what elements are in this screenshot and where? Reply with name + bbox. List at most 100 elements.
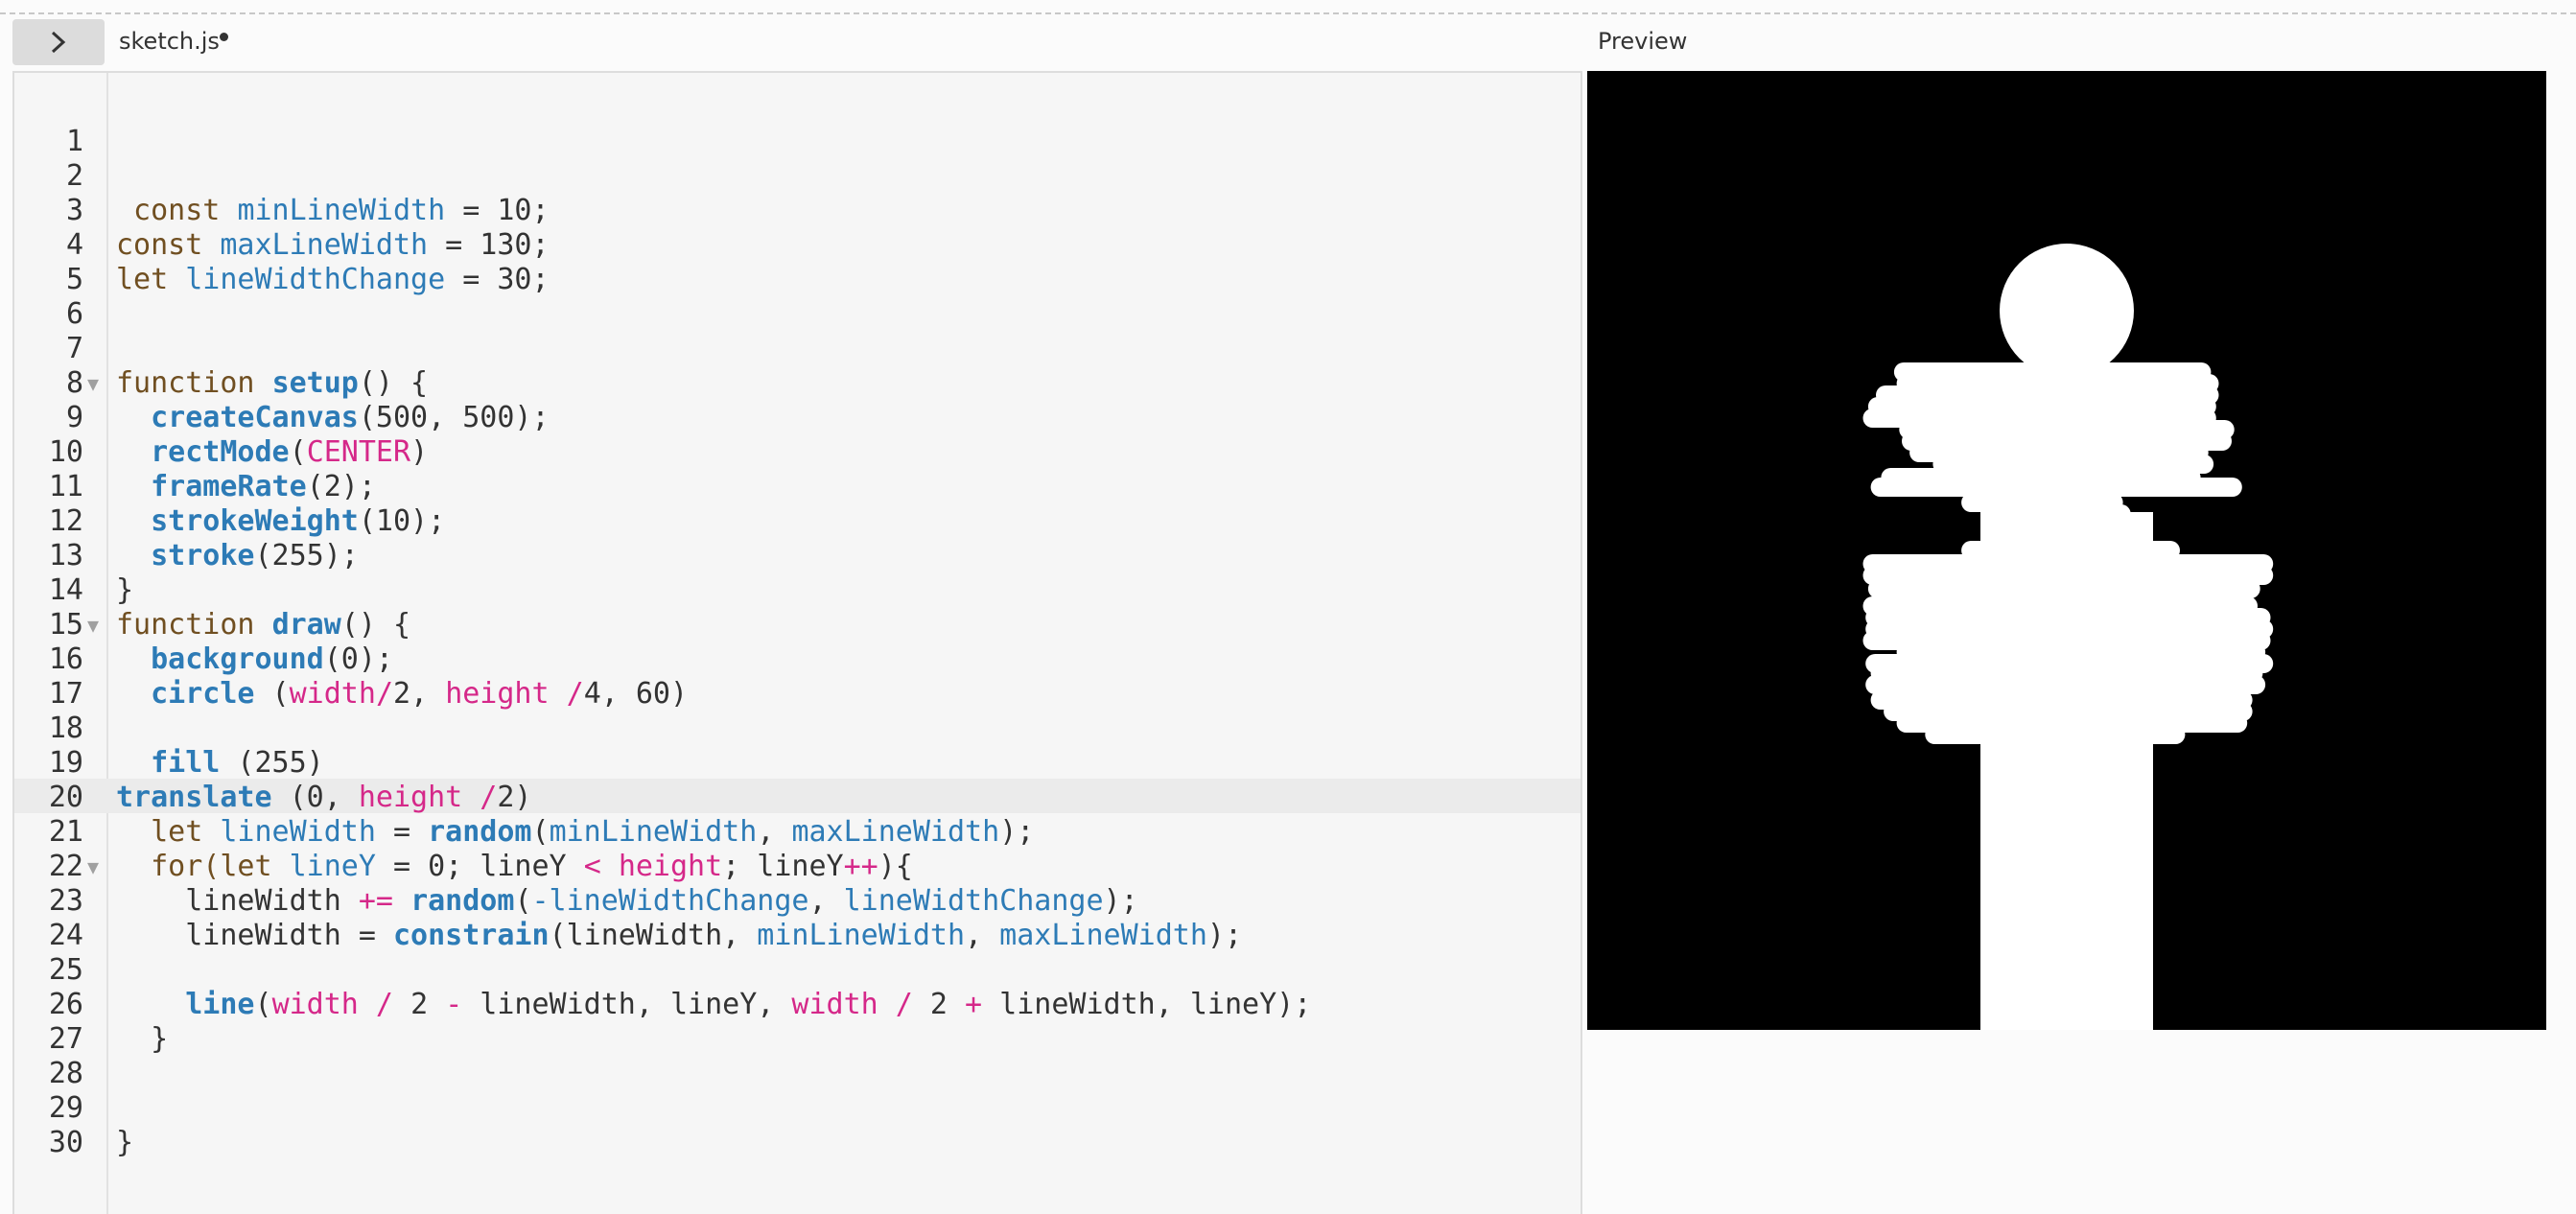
code-line[interactable]: 11 frameRate(2);: [14, 470, 1581, 504]
code-line[interactable]: 28: [14, 1057, 1581, 1091]
code-token: /: [549, 677, 584, 711]
code-line[interactable]: 24 lineWidth = constrain(lineWidth, minL…: [14, 919, 1581, 953]
code-token: height: [445, 677, 550, 711]
code-line[interactable]: 12 strokeWeight(10);: [14, 504, 1581, 539]
line-number: 14: [48, 573, 83, 607]
code-token: /: [878, 988, 930, 1021]
code-line[interactable]: 21 let lineWidth = random(minLineWidth, …: [14, 815, 1581, 850]
line-number: 10: [48, 435, 83, 469]
code-token: -: [445, 988, 463, 1021]
line-number: 18: [48, 712, 83, 745]
code-token: -lineWidthChange: [531, 884, 809, 918]
code-line[interactable]: 26 line(width / 2 - lineWidth, lineY, wi…: [14, 988, 1581, 1022]
code-token: =: [375, 815, 429, 849]
code-token: for(let: [116, 850, 290, 883]
code-text: let lineWidthChange = 30;: [116, 263, 550, 297]
code-line[interactable]: 9 createCanvas(500, 500);: [14, 401, 1581, 435]
code-text: function draw() {: [116, 608, 410, 642]
line-number: 8: [65, 366, 83, 400]
line-number: 9: [65, 401, 83, 434]
code-token: height: [618, 850, 723, 883]
code-token: width: [289, 677, 376, 711]
file-tab-name[interactable]: sketch.js: [119, 28, 220, 55]
code-line[interactable]: 1: [14, 125, 1581, 159]
code-line[interactable]: 4 const maxLineWidth = 130;: [14, 228, 1581, 263]
code-token: +: [965, 988, 983, 1021]
code-line[interactable]: 3 const minLineWidth = 10;: [14, 194, 1581, 228]
code-token: (255);: [254, 539, 359, 572]
code-token: random: [410, 884, 515, 918]
code-token: /: [358, 988, 411, 1021]
sidebar-toggle-button[interactable]: [12, 19, 105, 65]
reflection-core: [1980, 512, 2153, 1030]
code-line[interactable]: 25: [14, 953, 1581, 988]
unsaved-indicator: [220, 33, 228, 41]
code-token: maxLineWidth: [999, 919, 1207, 952]
code-token: fill: [151, 746, 221, 780]
code-line[interactable]: 17 circle (width/2, height /4, 60): [14, 677, 1581, 712]
code-line[interactable]: 16 background(0);: [14, 642, 1581, 677]
code-line[interactable]: 19 fill (255): [14, 746, 1581, 781]
code-line[interactable]: 15 ▼ function draw() {: [14, 608, 1581, 642]
code-token: (255): [220, 746, 324, 780]
code-token: );: [1206, 919, 1243, 952]
code-line[interactable]: 2: [14, 159, 1581, 194]
code-token: minLineWidth: [757, 919, 966, 952]
code-token: ; lineY: [722, 850, 844, 883]
line-number: 24: [48, 919, 83, 952]
code-token: lineWidth: [116, 884, 359, 918]
code-line[interactable]: 23 lineWidth += random(-lineWidthChange,…: [14, 884, 1581, 919]
code-token: 2): [497, 781, 532, 814]
code-token: ,: [808, 884, 844, 918]
line-number: 13: [48, 539, 83, 572]
line-number: 7: [65, 332, 83, 365]
code-token: let: [116, 263, 186, 296]
code-token: lineWidthChange: [185, 263, 446, 296]
code-token: = 10;: [445, 194, 550, 227]
fold-arrow-icon[interactable]: ▼: [87, 850, 99, 884]
code-line[interactable]: 14}: [14, 573, 1581, 608]
code-token: (: [531, 815, 550, 849]
code-token: lineWidthChange: [843, 884, 1104, 918]
code-line[interactable]: 22 ▼ for(let lineY = 0; lineY < height; l…: [14, 850, 1581, 884]
line-number: 28: [48, 1057, 83, 1090]
code-token: circle: [151, 677, 255, 711]
code-line[interactable]: 6: [14, 297, 1581, 332]
fold-arrow-icon[interactable]: ▼: [87, 608, 99, 642]
code-token: height: [358, 781, 463, 814]
code-text: const maxLineWidth = 130;: [116, 228, 550, 263]
code-text: lineWidth += random(-lineWidthChange, li…: [116, 884, 1137, 919]
code-line[interactable]: 8 ▼ function setup() {: [14, 366, 1581, 401]
code-token: width: [271, 988, 359, 1021]
fold-arrow-icon[interactable]: ▼: [87, 366, 99, 401]
code-token: strokeWeight: [151, 504, 359, 538]
code-line[interactable]: 7: [14, 332, 1581, 366]
code-token: ,: [965, 919, 1000, 952]
code-token: const: [116, 228, 221, 262]
code-editor[interactable]: 123 const minLineWidth = 10; 4 const maxLi…: [12, 71, 1582, 1214]
code-line[interactable]: 18: [14, 712, 1581, 746]
code-token: = 0; lineY: [375, 850, 584, 883]
code-line[interactable]: 27 }: [14, 1022, 1581, 1057]
code-line[interactable]: 10 rectMode(CENTER): [14, 435, 1581, 470]
code-token: (lineWidth,: [549, 919, 758, 952]
code-token: ,: [757, 815, 792, 849]
line-number: 20: [48, 781, 83, 814]
code-token: frameRate: [151, 470, 307, 503]
preview-label: Preview: [1598, 28, 1688, 55]
code-line[interactable]: 13 stroke(255);: [14, 539, 1581, 573]
code-line[interactable]: 30}: [14, 1126, 1581, 1160]
code-line[interactable]: 29: [14, 1091, 1581, 1126]
code-token: (: [289, 435, 307, 469]
line-number: 27: [48, 1022, 83, 1056]
code-token: lineWidth: [220, 815, 376, 849]
code-token: (10);: [358, 504, 446, 538]
code-line[interactable]: 5 let lineWidthChange = 30;: [14, 263, 1581, 297]
code-token: (: [514, 884, 532, 918]
code-text: frameRate(2);: [116, 470, 376, 504]
code-text: }: [116, 1126, 133, 1160]
code-line[interactable]: 20 translate (0, height /2): [14, 781, 1581, 815]
